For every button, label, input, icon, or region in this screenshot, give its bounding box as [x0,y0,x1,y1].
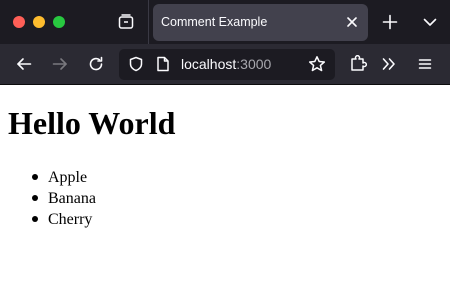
url-text[interactable]: localhost:3000 [181,56,271,72]
active-tab[interactable]: Comment Example [153,4,368,41]
site-information-button[interactable] [154,55,172,73]
tab-close-button[interactable] [342,12,362,32]
shield-icon [128,56,144,72]
page-heading: Hello World [8,105,176,141]
list-item: Cherry [8,209,96,230]
double-chevron-right-icon [381,56,397,72]
window-zoom-button[interactable] [53,16,65,28]
close-icon [346,16,358,28]
back-button[interactable] [12,52,36,76]
reload-icon [88,56,104,72]
tab-divider [148,0,149,44]
url-host: localhost [181,56,237,72]
arrow-right-icon [52,56,68,72]
puzzle-icon [349,55,367,73]
app-menu-button[interactable] [413,52,437,76]
forward-button[interactable] [48,52,72,76]
tracking-protection-button[interactable] [127,55,145,73]
window-close-button[interactable] [13,16,25,28]
page-icon [156,56,170,72]
page-content: Hello World Apple Banana Cherry [0,86,450,286]
star-icon [308,55,326,73]
navigation-toolbar: localhost:3000 [0,44,450,85]
plus-icon [382,14,398,30]
list-item: Banana [8,188,96,209]
list-all-tabs-button[interactable] [418,10,442,34]
fruit-list: Apple Banana Cherry [8,167,96,230]
tab-title: Comment Example [161,15,268,29]
new-tab-button[interactable] [378,10,402,34]
tab-list-icon [117,13,135,31]
tab-strip: Comment Example [0,0,450,44]
reload-button[interactable] [84,52,108,76]
more-tools-button[interactable] [377,52,401,76]
address-bar[interactable]: localhost:3000 [119,49,335,80]
bookmark-button[interactable] [307,54,327,74]
window-minimize-button[interactable] [33,16,45,28]
extensions-button[interactable] [346,52,370,76]
tab-list-button[interactable] [114,10,138,34]
chevron-down-icon [422,14,438,30]
url-port: :3000 [236,56,272,72]
list-item: Apple [8,167,96,188]
arrow-left-icon [16,56,32,72]
hamburger-menu-icon [417,56,433,72]
